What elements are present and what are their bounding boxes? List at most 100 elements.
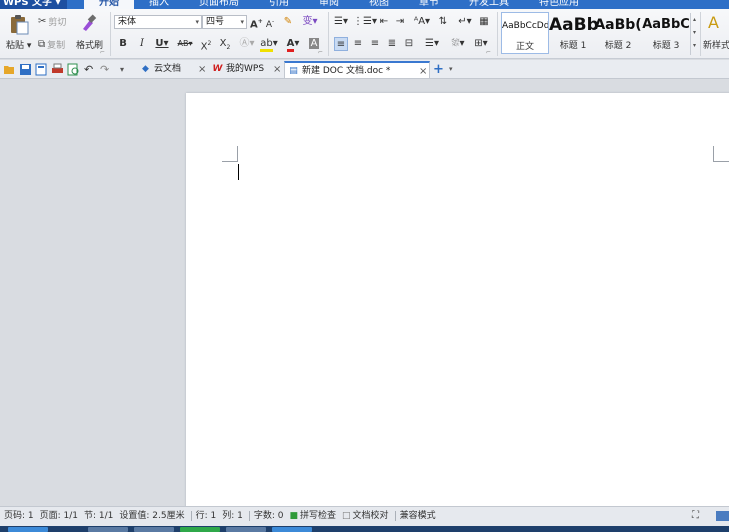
status-spell-check[interactable]: 拼写检查 — [300, 507, 336, 525]
new-style-label[interactable]: 新样式 — [703, 38, 729, 51]
font-size-select[interactable]: 四号 ▾ — [202, 15, 247, 29]
copy-button[interactable]: ⧉ 复制 — [38, 38, 65, 51]
separator — [394, 511, 396, 521]
table-icon[interactable]: ▦ — [478, 15, 490, 29]
phonetic-guide-icon[interactable]: 变▾ — [300, 15, 320, 29]
menu-tab-insert[interactable]: 插入 — [134, 0, 184, 9]
status-page-code: 页码: 1 — [4, 511, 34, 521]
status-bar: 页码: 1 页面: 1/1 节: 1/1 设置值: 2.5厘米 行: 1 列: … — [0, 506, 729, 526]
taskbar-item[interactable] — [272, 527, 312, 532]
menu-tab-section[interactable]: 章节 — [404, 0, 454, 9]
status-word-count[interactable]: 字数: 0 — [254, 507, 284, 525]
redo-icon[interactable]: ↷ — [100, 63, 113, 76]
taskbar-item[interactable] — [180, 527, 220, 532]
close-icon[interactable]: × — [419, 63, 427, 80]
separator — [497, 12, 498, 56]
status-page-count: 页面: 1/1 — [39, 511, 79, 521]
taskbar-item[interactable] — [88, 527, 128, 532]
styles-scroll-icon[interactable]: ▴ ▾ ▾ — [690, 13, 698, 55]
close-icon[interactable]: × — [198, 61, 206, 78]
distributed-align-icon[interactable]: ⊟ — [403, 37, 415, 51]
copy-icon: ⧉ — [38, 39, 46, 50]
grow-font-icon[interactable]: A+ — [250, 15, 263, 30]
menu-tab-references[interactable]: 引用 — [254, 0, 304, 9]
underline-icon[interactable]: U▾ — [152, 37, 172, 51]
close-icon[interactable]: × — [273, 61, 281, 78]
style-heading-2[interactable]: AaBb( 标题 2 — [594, 12, 642, 54]
sort-icon[interactable]: ⇅ — [437, 15, 449, 29]
document-page[interactable] — [186, 93, 729, 506]
new-style-icon[interactable]: A — [708, 13, 719, 32]
save-icon[interactable] — [19, 63, 32, 76]
menu-tab-page-layout[interactable]: 页面布局 — [184, 0, 254, 9]
menu-tab-view[interactable]: 视图 — [354, 0, 404, 9]
new-tab-button[interactable]: + — [433, 61, 444, 78]
paste-button[interactable] — [8, 13, 30, 38]
chinese-layout-icon[interactable]: ᴬA▾ — [412, 15, 432, 29]
format-painter-label: 格式刷 — [76, 41, 104, 51]
separator — [248, 511, 250, 521]
customize-toolbar-icon[interactable]: ▾ — [120, 63, 133, 76]
tab-my-wps[interactable]: W 我的WPS × — [212, 61, 284, 78]
paste-label[interactable]: 粘贴 ▾ — [6, 38, 31, 51]
clear-format-icon[interactable]: ✎ — [282, 15, 294, 29]
subscript-icon[interactable]: X2 — [217, 37, 233, 51]
cloud-icon: ◆ — [142, 64, 149, 74]
align-right-icon[interactable]: ≡ — [369, 37, 381, 51]
tab-cloud-docs[interactable]: ◆ 云文档 × — [140, 61, 212, 78]
font-name-select[interactable]: 宋体 ▾ — [114, 15, 202, 29]
menu-tab-developer[interactable]: 开发工具 — [454, 0, 524, 9]
format-painter-button[interactable] — [80, 12, 98, 35]
clipboard-launcher-icon[interactable]: ⌐ — [100, 49, 105, 56]
save-as-icon[interactable] — [35, 63, 48, 76]
decrease-indent-icon[interactable]: ⇤ — [378, 15, 390, 29]
font-launcher-icon[interactable]: ⌐ — [318, 49, 323, 56]
align-center-icon[interactable]: ≡ — [352, 37, 364, 51]
ribbon: 粘贴 ▾ ✂ 剪切 ⧉ 复制 格式刷 ⌐ 宋体 ▾ 四号 ▾ A+ A- ✎ 变▾ B … — [0, 9, 729, 59]
cut-button[interactable]: ✂ 剪切 — [38, 15, 66, 28]
increase-indent-icon[interactable]: ⇥ — [394, 15, 406, 29]
style-normal[interactable]: AaBbCcDd 正文 — [501, 12, 549, 54]
menu-tab-home[interactable]: 开始 — [84, 0, 134, 9]
superscript-icon[interactable]: X2 — [198, 37, 214, 52]
italic-icon[interactable]: I — [135, 37, 149, 51]
paragraph-launcher-icon[interactable]: ⌐ — [486, 49, 491, 56]
style-heading-1[interactable]: AaBb 标题 1 — [549, 12, 597, 54]
align-left-icon[interactable]: ≡ — [334, 37, 348, 51]
strikethrough-icon[interactable]: AB▾ — [174, 37, 196, 51]
style-heading-3[interactable]: AaBbC 标题 3 — [642, 12, 690, 54]
page-view-icon[interactable] — [716, 511, 729, 521]
print-icon[interactable] — [51, 63, 64, 76]
open-folder-icon[interactable] — [3, 63, 16, 76]
justify-icon[interactable]: ≣ — [386, 37, 398, 51]
menu-tab-review[interactable]: 审阅 — [304, 0, 354, 9]
status-doc-proof[interactable]: 文档校对 — [353, 507, 389, 525]
numbered-list-icon[interactable]: ⋮☰▾ — [353, 15, 377, 29]
bold-icon[interactable]: B — [116, 37, 130, 51]
taskbar-item[interactable] — [8, 527, 48, 532]
tab-list-dropdown-icon[interactable]: ▾ — [449, 61, 453, 78]
crop-mark — [713, 161, 729, 162]
font-color-icon[interactable]: A▾ — [283, 37, 303, 52]
status-section: 节: 1/1 — [84, 511, 114, 521]
print-preview-icon[interactable] — [67, 63, 80, 76]
status-col: 列: 1 — [222, 511, 243, 521]
text-effect-icon[interactable]: Ⓐ▾ — [238, 37, 256, 51]
tab-document[interactable]: ▤ 新建 DOC 文档.doc * × — [284, 61, 430, 78]
line-spacing-icon[interactable]: ☰▾ — [423, 37, 441, 51]
app-menu-button[interactable]: WPS 文字 ▾ — [0, 0, 67, 9]
taskbar-item[interactable] — [134, 527, 174, 532]
taskbar-item[interactable] — [226, 527, 266, 532]
menu-tab-special[interactable]: 特色应用 — [524, 0, 594, 9]
document-tab-bar: ↶ ↷ ▾ ◆ 云文档 × W 我的WPS × ▤ 新建 DOC 文档.doc * ×… — [0, 60, 729, 79]
menu-tabs: 开始 插入 页面布局 引用 审阅 视图 章节 开发工具 特色应用 — [84, 0, 594, 9]
show-marks-icon[interactable]: ↵▾ — [457, 15, 473, 29]
undo-icon[interactable]: ↶ — [84, 63, 97, 76]
separator — [700, 12, 701, 56]
fullscreen-icon[interactable]: ⛶ — [692, 507, 699, 525]
bullet-list-icon[interactable]: ☰▾ — [332, 15, 350, 29]
shrink-font-icon[interactable]: A- — [264, 15, 276, 30]
highlight-color-icon[interactable]: ab▾ — [259, 37, 279, 52]
document-workspace — [0, 80, 729, 506]
shading-icon[interactable]: ⛆▾ — [448, 37, 468, 51]
